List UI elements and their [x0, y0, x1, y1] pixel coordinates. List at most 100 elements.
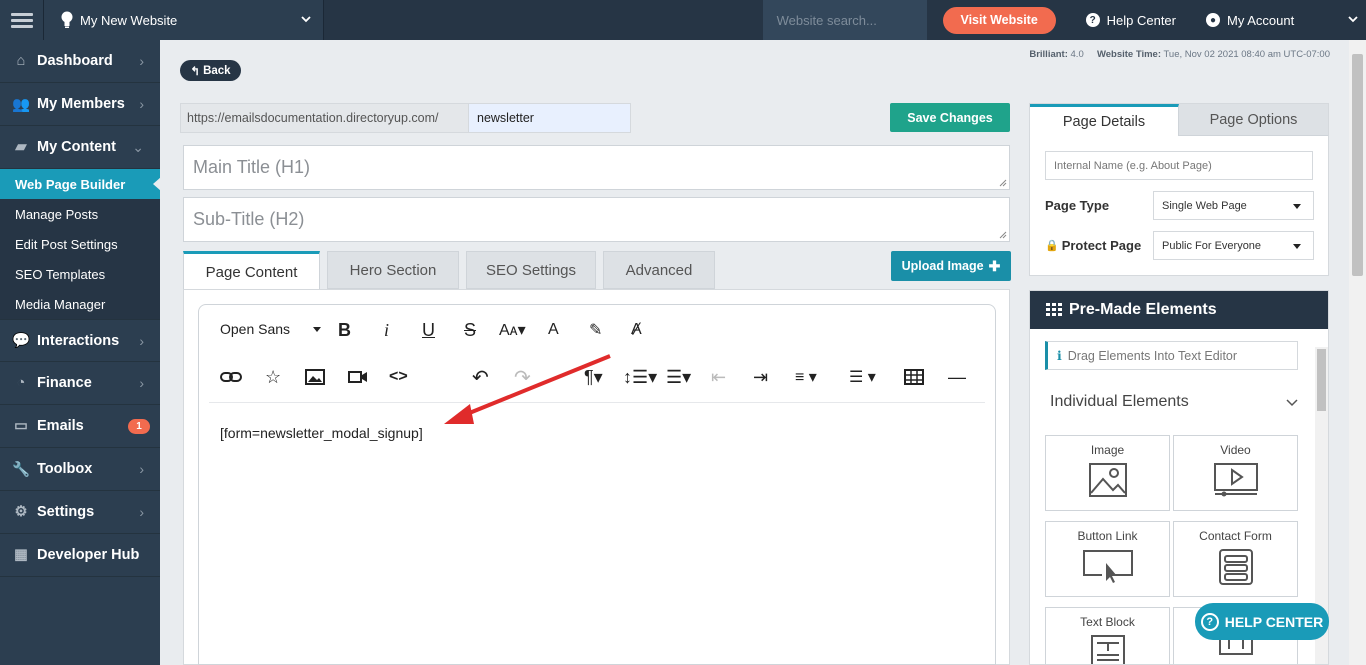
align-icon[interactable]: ☰▾: [666, 365, 691, 389]
inbox-icon: ▭: [14, 418, 28, 434]
sub-title-input[interactable]: Sub-Title (H2): [183, 197, 1010, 242]
page-details-tabs: Page Details Page Options: [1030, 104, 1328, 136]
lock-icon: 🔒: [1045, 240, 1059, 252]
editor-content[interactable]: [form=newsletter_modal_signup]: [220, 425, 423, 441]
sidebar-item-label: Interactions: [37, 332, 120, 349]
tab-advanced[interactable]: Advanced: [603, 251, 715, 289]
tab-page-content[interactable]: Page Content: [183, 251, 320, 291]
main-title-input[interactable]: Main Title (H1): [183, 145, 1010, 190]
text-color-icon[interactable]: A: [548, 318, 559, 342]
sidebar-subitem-seo-templates[interactable]: SEO Templates: [0, 259, 160, 289]
website-time-label: Website Time:: [1096, 49, 1161, 60]
element-card-video[interactable]: Video: [1173, 435, 1298, 511]
upload-image-label: Upload Image: [901, 259, 984, 273]
plus-icon: ✚: [988, 257, 1001, 274]
horizontal-line-icon[interactable]: —: [948, 365, 966, 389]
table-icon[interactable]: [904, 365, 924, 389]
question-icon: ?: [1085, 13, 1100, 27]
grid-icon: ▦: [14, 547, 28, 563]
element-label: Image: [1090, 443, 1125, 457]
main-title-placeholder: Main Title (H1): [193, 157, 311, 177]
website-selector[interactable]: My New Website: [44, 0, 324, 40]
resize-grip-icon[interactable]: [999, 231, 1007, 239]
unordered-list-icon[interactable]: ☰ ▾: [849, 365, 876, 389]
font-family-select[interactable]: Open Sans: [220, 321, 324, 337]
element-card-button-link[interactable]: Button Link: [1045, 521, 1170, 597]
element-label: Contact Form: [1199, 529, 1272, 543]
sidebar-item-finance[interactable]: ◔ Finance ›: [0, 362, 160, 405]
sidebar-item-developer-hub[interactable]: ▦ Developer Hub: [0, 534, 160, 577]
sidebar-subitem-web-page-builder[interactable]: Web Page Builder: [0, 169, 161, 199]
visit-website-button[interactable]: Visit Website: [942, 6, 1056, 34]
chevron-down-icon: ⌄: [132, 138, 144, 155]
strikethrough-button[interactable]: S: [464, 318, 476, 342]
drag-hint: ℹ Drag Elements Into Text Editor: [1045, 341, 1298, 370]
indent-icon[interactable]: ⇥: [753, 365, 768, 389]
italic-button[interactable]: i: [384, 318, 389, 342]
top-bar: My New Website Website search... Visit W…: [0, 0, 1366, 40]
line-height-icon[interactable]: ↕☰▾: [623, 365, 657, 389]
sidebar-item-settings[interactable]: ⚙ Settings ›: [0, 491, 160, 534]
home-icon: ⌂: [16, 53, 26, 69]
my-account-menu[interactable]: ● My Account: [1206, 0, 1366, 40]
bold-button[interactable]: B: [338, 318, 351, 342]
tab-seo-settings[interactable]: SEO Settings: [466, 251, 596, 289]
chevron-down-icon: [1348, 16, 1358, 23]
element-card-text-block[interactable]: Text Block: [1045, 607, 1170, 664]
underline-button[interactable]: U: [422, 318, 435, 342]
highlighter-icon[interactable]: ✎: [589, 318, 602, 342]
star-icon[interactable]: ☆: [265, 365, 281, 389]
save-changes-button[interactable]: Save Changes: [890, 103, 1010, 132]
tab-page-details[interactable]: Page Details: [1030, 104, 1179, 136]
element-card-image[interactable]: Image: [1045, 435, 1170, 511]
sidebar-item-my-content[interactable]: ▰ My Content ⌄: [0, 126, 160, 169]
url-slug-input[interactable]: newsletter: [469, 103, 631, 133]
protect-page-select[interactable]: Public For Everyone: [1153, 231, 1314, 260]
sidebar-item-interactions[interactable]: 💬 Interactions ›: [0, 319, 160, 362]
sidebar-item-label: Settings: [37, 504, 95, 520]
help-center-link[interactable]: ? Help Center: [1085, 0, 1176, 40]
clear-formatting-icon[interactable]: Ⱥ: [631, 318, 642, 342]
tab-hero-section[interactable]: Hero Section: [327, 251, 459, 289]
video-player-icon: [1213, 463, 1258, 497]
sidebar-item-my-members[interactable]: 👥 My Members ›: [0, 83, 160, 126]
website-search-input[interactable]: Website search...: [762, 0, 927, 40]
page-type-label: Page Type: [1045, 198, 1110, 213]
chat-icon: 💬: [11, 333, 31, 349]
upload-image-button[interactable]: Upload Image ✚: [891, 251, 1011, 281]
image-icon[interactable]: [305, 365, 325, 389]
code-view-icon[interactable]: <>: [389, 365, 408, 389]
element-card-contact-form[interactable]: Contact Form: [1173, 521, 1298, 597]
back-button[interactable]: ↰ Back: [180, 60, 241, 81]
drag-hint-text: Drag Elements Into Text Editor: [1067, 348, 1238, 363]
premade-elements-header: Pre-Made Elements: [1030, 291, 1328, 329]
link-icon[interactable]: [220, 365, 242, 389]
page-type-select[interactable]: Single Web Page: [1153, 191, 1314, 220]
menu-icon[interactable]: [0, 0, 44, 40]
back-label: Back: [203, 64, 231, 77]
individual-elements-toggle[interactable]: Individual Elements: [1050, 393, 1300, 411]
sidebar-item-emails[interactable]: ▭ Emails 1: [0, 405, 160, 448]
sidebar-subitem-manage-posts[interactable]: Manage Posts: [0, 199, 160, 229]
help-center-label: Help Center: [1106, 12, 1176, 28]
internal-name-input[interactable]: Internal Name (e.g. About Page): [1045, 151, 1313, 180]
sidebar-item-label: Developer Hub: [37, 547, 140, 563]
annotation-arrow: [444, 354, 611, 424]
font-size-button[interactable]: Aᴀ▾: [499, 318, 526, 342]
sidebar-subitem-edit-post-settings[interactable]: Edit Post Settings: [0, 229, 160, 259]
text-block-icon: [1090, 635, 1125, 664]
outdent-icon[interactable]: ⇤: [711, 365, 726, 389]
sidebar-item-dashboard[interactable]: ⌂ Dashboard ›: [0, 40, 160, 83]
ordered-list-icon[interactable]: ≡ ▾: [795, 365, 817, 389]
video-icon[interactable]: [348, 365, 368, 389]
sidebar-item-toolbox[interactable]: 🔧 Toolbox ›: [0, 448, 160, 491]
tab-page-options[interactable]: Page Options: [1179, 104, 1328, 136]
sidebar-subitem-media-manager[interactable]: Media Manager: [0, 289, 160, 319]
help-center-button[interactable]: ? HELP CENTER: [1195, 603, 1329, 640]
page-url-row: https://emailsdocumentation.directoryup.…: [180, 103, 631, 133]
resize-grip-icon[interactable]: [999, 179, 1007, 187]
user-icon: ●: [1206, 13, 1220, 27]
help-center-button-label: HELP CENTER: [1224, 613, 1324, 630]
chevron-down-icon: [301, 16, 311, 23]
page-scrollbar[interactable]: [1349, 40, 1366, 665]
